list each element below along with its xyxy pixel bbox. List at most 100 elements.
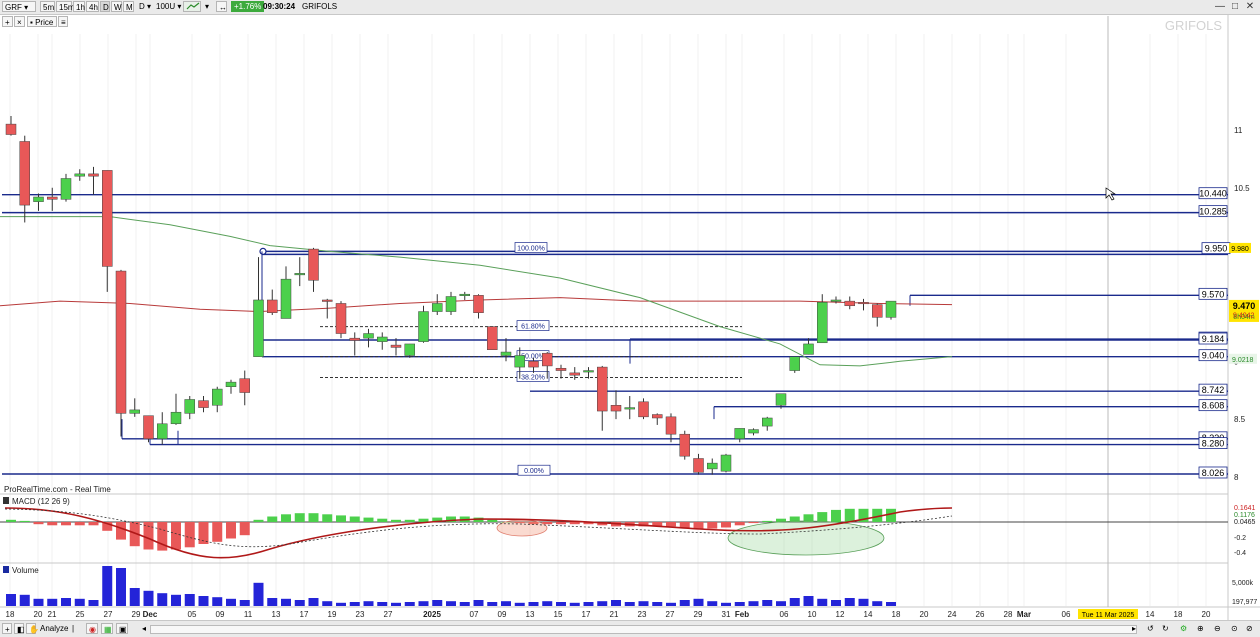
volume-bar <box>473 600 484 606</box>
candle-body <box>610 405 622 412</box>
candle-body <box>253 299 264 357</box>
line-anchor-handle <box>259 247 267 255</box>
zoom-in-icon[interactable]: ⊕ <box>1195 623 1207 634</box>
volume-bar <box>693 598 704 606</box>
period-1h-button[interactable]: 1h <box>73 1 85 12</box>
volume-bar <box>432 600 443 606</box>
toggle-icon[interactable]: ◧ <box>14 623 25 634</box>
zoom-fit-icon[interactable]: ⊙ <box>1229 623 1241 634</box>
undo-icon[interactable]: ↺ <box>1145 623 1157 634</box>
price-change-badge: +1.76% <box>231 1 265 12</box>
x-tick-label: Dec <box>143 610 158 619</box>
zoom-out-icon[interactable]: ⊖ <box>1212 623 1224 634</box>
candle-body <box>294 273 305 276</box>
fibonacci-label: 61.80% <box>521 324 545 331</box>
volume-bar <box>294 600 305 606</box>
volume-bar <box>267 598 278 606</box>
price-chart[interactable]: 18 20 21 25 27 29 Dec 05 09 11 13 17 19 23 27 2025 07 09 1… <box>0 14 1260 620</box>
volume-bar <box>102 566 113 606</box>
volume-bar <box>762 600 773 606</box>
volume-bar <box>638 601 649 606</box>
volume-bar <box>528 602 539 606</box>
analyze-button[interactable]: Analyze <box>38 623 68 634</box>
chart-type-dropdown-icon[interactable]: ▾ <box>203 1 213 12</box>
macd-icon <box>3 497 9 504</box>
candle-body <box>363 333 374 339</box>
macd-histogram-bar <box>377 518 388 522</box>
x-tick-label: 29 <box>132 610 141 619</box>
volume-bar <box>817 598 828 606</box>
minimize-icon[interactable]: — <box>1214 1 1226 13</box>
x-tick-label: 07 <box>470 610 479 619</box>
maximize-icon[interactable]: □ <box>1229 1 1241 13</box>
volume-bar <box>308 598 319 606</box>
macd-histogram-bar <box>734 522 745 526</box>
price-tick-label: 8 <box>1234 473 1239 482</box>
hand-icon[interactable]: ✋ <box>26 623 39 634</box>
macd-histogram-bar <box>281 514 291 522</box>
period-4h-button[interactable]: 4h <box>86 1 99 12</box>
period-5m-button[interactable]: 5m <box>40 1 55 12</box>
candle-body <box>569 372 580 376</box>
volume-bar <box>88 600 99 606</box>
candle-body <box>473 295 484 313</box>
redo-icon[interactable]: ↻ <box>1160 623 1172 634</box>
scroll-left-icon[interactable]: ◂ <box>140 623 150 634</box>
cursor-price-text: 9.980 <box>1231 246 1249 253</box>
drawing-tool-icon[interactable]: ◉ <box>86 623 98 634</box>
bottom-bar: + ◧ ✋ Analyze | ◉ ▦ ▣ ◂ ▸ ↺ ↻ ⚙ ⊕ ⊖ ⊙ ⊘ <box>0 620 1260 637</box>
volume-tick: 5,000k <box>1232 580 1254 587</box>
macd-histogram-bar <box>253 519 264 522</box>
level-value-text: 9.184 <box>1202 334 1225 344</box>
candle-body <box>404 343 415 356</box>
arrows-icon[interactable]: ↔ <box>216 1 227 12</box>
volume-bar <box>6 594 16 606</box>
interval-selector[interactable]: D ▾ <box>137 1 151 12</box>
x-tick-label: 18 <box>1174 610 1183 619</box>
close-icon[interactable]: ✕ <box>1244 1 1256 13</box>
volume-bar <box>459 602 470 606</box>
candle-body <box>184 399 195 414</box>
period-15m-button[interactable]: 15m <box>56 1 75 12</box>
candle-body <box>885 300 897 318</box>
chart-type-icon[interactable] <box>183 1 201 12</box>
period-d-button[interactable]: D <box>100 1 110 12</box>
last-price-text: 9.470 <box>1233 301 1256 311</box>
macd-histogram-bar <box>171 522 181 550</box>
candle-body <box>225 381 237 388</box>
x-tick-label: 29 <box>694 610 703 619</box>
volume-bar <box>542 601 553 606</box>
volume-bar <box>198 596 209 606</box>
x-tick-label: 27 <box>384 610 393 619</box>
candle-body <box>33 196 44 202</box>
period-w-button[interactable]: W <box>111 1 122 12</box>
horizontal-scrollbar[interactable] <box>150 625 1137 634</box>
macd-histogram-bar <box>391 519 401 522</box>
ma-value-red: 9.4042 <box>1233 313 1255 320</box>
units-selector[interactable]: 100U ▾ <box>154 1 181 12</box>
zoom-reset-icon[interactable]: ⊘ <box>1244 623 1256 634</box>
candle-body <box>198 400 209 408</box>
symbol-selector[interactable]: GRF ▾ <box>2 1 36 12</box>
plus-icon[interactable]: + <box>2 623 12 634</box>
macd-histogram-bar <box>349 516 360 522</box>
x-tick-label: 20 <box>1202 610 1211 619</box>
level-value-text: 9.570 <box>1202 289 1225 299</box>
macd-histogram-bar <box>844 508 855 522</box>
screenshot-icon[interactable]: ▣ <box>116 623 128 634</box>
scroll-right-icon[interactable]: ▸ <box>1130 623 1140 634</box>
volume-bar <box>129 588 140 606</box>
candle-body <box>445 296 457 312</box>
macd-histogram-bar <box>831 509 841 522</box>
grid-tool-icon[interactable]: ▦ <box>101 623 113 634</box>
x-tick-label: 09 <box>498 610 507 619</box>
macd-hist-value: 0.0465 <box>1234 519 1256 526</box>
level-value-text: 8.742 <box>1202 385 1225 395</box>
x-tick-label: 23 <box>638 610 647 619</box>
settings-icon[interactable]: ⚙ <box>1178 623 1190 634</box>
period-m-button[interactable]: M <box>123 1 134 12</box>
macd-tick: -0.2 <box>1234 535 1246 542</box>
candle-body <box>844 300 855 307</box>
macd-histogram-bar <box>707 522 718 529</box>
x-tick-label: 17 <box>300 610 309 619</box>
